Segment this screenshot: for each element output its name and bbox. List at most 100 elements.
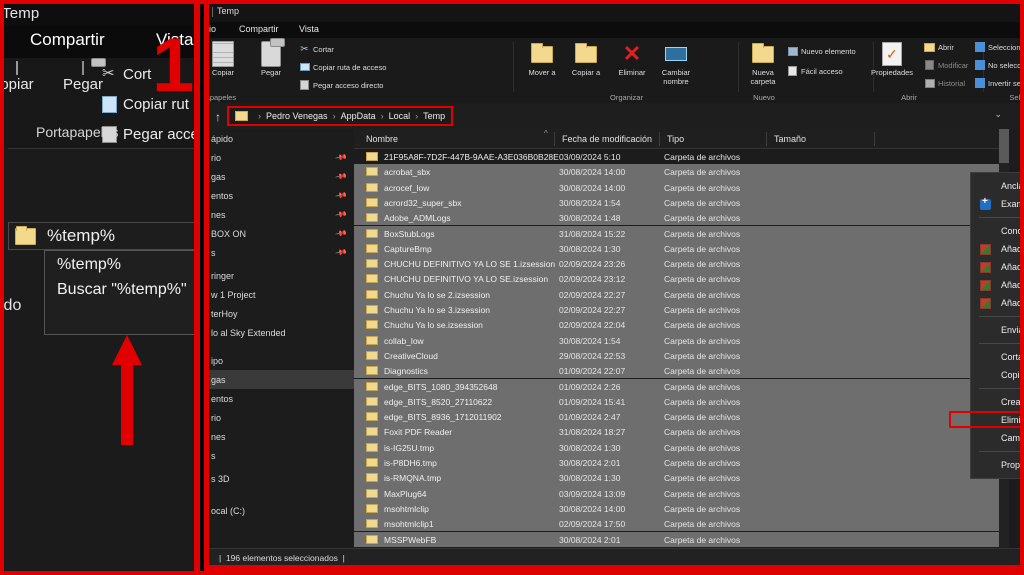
seleccionar-todo-button[interactable]: Seleccionar todo	[974, 40, 1024, 54]
table-row[interactable]: Diagnostics 01/09/2024 22:07 Carpeta de ar…	[354, 363, 1004, 379]
table-row[interactable]: MaxPlug64 03/09/2024 13:09 Carpeta de arch…	[354, 485, 1004, 501]
nav-item[interactable]: gas	[209, 370, 354, 389]
context-menu-item[interactable]: Anclar al Acceso rápido	[971, 177, 1024, 195]
abrir-button[interactable]: Abrir	[924, 40, 954, 54]
column-divider[interactable]	[554, 132, 555, 146]
column-header-tipo[interactable]: Tipo	[667, 134, 684, 144]
table-row[interactable]: is-P8DH6.tmp 30/08/2024 2:01 Carpeta de ar…	[354, 455, 1004, 471]
context-menu-item[interactable]: Añadir a "Temp.rar"	[971, 258, 1024, 276]
context-menu-item[interactable]: Cambiar nombre	[971, 429, 1024, 447]
table-row[interactable]: msohtmlclip 30/08/2024 14:00 Carpeta de ar…	[354, 500, 1004, 517]
table-row[interactable]: acrobat_sbx 30/08/2024 14:00 Carpeta de ar…	[354, 164, 1004, 180]
scrollbar-thumb[interactable]	[999, 129, 1009, 163]
table-row[interactable]: 21F95A8F-7D2F-447B-9AAE-A3E036B0B28E 03/0…	[354, 149, 1004, 164]
left-copy-button[interactable]: opiar	[0, 61, 48, 93]
column-divider[interactable]	[766, 132, 767, 146]
nav-item[interactable]: s 3D	[209, 469, 354, 488]
table-row[interactable]: Adobe_ADMLogs 30/08/2024 1:48 Carpeta de a…	[354, 210, 1004, 226]
nav-item[interactable]: s 📌	[209, 243, 354, 262]
table-row[interactable]: Foxit PDF Reader 31/08/2024 18:27 Carpeta …	[354, 424, 1004, 440]
pin-icon[interactable]: 📌	[334, 246, 347, 259]
column-divider[interactable]	[659, 132, 660, 146]
cambiar-nombre-button[interactable]: Cambiar nombre	[654, 40, 698, 86]
table-row[interactable]: MSSPWebFB 30/08/2024 2:01 Carpeta de archi…	[354, 531, 1004, 547]
cortar-button[interactable]: ✂ Cortar	[299, 42, 334, 56]
nav-item[interactable]: ringer	[209, 266, 354, 285]
table-row[interactable]: Chuchu Ya lo se.izsession 02/09/2024 22:0…	[354, 317, 1004, 333]
table-row[interactable]: Chuchu Ya lo se 3.izsession 02/09/2024 22…	[354, 302, 1004, 318]
pin-icon[interactable]: 📌	[334, 208, 347, 221]
copiar-button[interactable]: Copiar	[204, 40, 245, 77]
pegar-acceso-directo-button[interactable]: Pegar acceso directo	[299, 78, 383, 92]
pegar-button[interactable]: Pegar	[249, 38, 293, 77]
nav-item[interactable]: ocal (C:)	[209, 501, 354, 520]
context-menu-item[interactable]: Propiedades	[971, 456, 1024, 474]
context-menu[interactable]: Anclar al Acceso rápido Examinar con Micr…	[949, 172, 1024, 479]
table-row[interactable]: BoxStubLogs 31/08/2024 15:22 Carpeta de ar…	[354, 225, 1004, 241]
nav-item[interactable]: gas 📌	[209, 167, 354, 186]
nav-item[interactable]: terHoy	[209, 304, 354, 323]
copiar-a-button[interactable]: Copiar a	[564, 40, 608, 77]
table-row[interactable]: CreativeCloud 29/08/2024 22:53 Carpeta de …	[354, 347, 1004, 364]
breadcrumb[interactable]: › Pedro Venegas › AppData › Local › Temp	[227, 106, 454, 126]
context-menu-item[interactable]: Copiar	[971, 366, 1024, 384]
nav-item[interactable]: s	[209, 446, 354, 465]
up-arrow-icon[interactable]: ↑	[215, 110, 221, 124]
column-divider[interactable]	[874, 132, 875, 146]
nav-item[interactable]: BOX ON 📌	[209, 224, 354, 243]
modificar-button[interactable]: Modificar	[924, 58, 968, 72]
no-seleccionar-nada-button[interactable]: No seleccionar nada	[974, 58, 1024, 72]
breadcrumb-item-temp[interactable]: Temp	[423, 111, 445, 121]
suggestion-item-search[interactable]: Buscar "%temp%"	[57, 281, 187, 299]
context-menu-item[interactable]: Conceder acceso a›	[971, 222, 1024, 240]
left-address-bar[interactable]: %temp%	[8, 222, 198, 250]
nav-item[interactable]: ipo	[209, 351, 354, 370]
copiar-ruta-button[interactable]: Copiar ruta de acceso	[299, 60, 386, 74]
context-menu-item[interactable]: Enviar a›	[971, 321, 1024, 339]
table-row[interactable]: collab_low 30/08/2024 1:54 Carpeta de arch…	[354, 332, 1004, 348]
invertir-seleccion-button[interactable]: Invertir selección	[974, 76, 1024, 90]
tab-compartir[interactable]: Compartir	[239, 24, 279, 34]
mover-a-button[interactable]: Mover a	[520, 40, 564, 77]
table-row[interactable]: acrord32_super_sbx 30/08/2024 1:54 Carpeta…	[354, 194, 1004, 211]
tab-inicio[interactable]: io	[209, 24, 216, 34]
table-row[interactable]: CaptureBmp 30/08/2024 1:30 Carpeta de arch…	[354, 240, 1004, 257]
facil-acceso-button[interactable]: Fácil acceso	[787, 64, 843, 78]
table-row[interactable]: Chuchu Ya lo se 2.izsession 02/09/2024 22…	[354, 286, 1004, 302]
pin-icon[interactable]: 📌	[334, 227, 347, 240]
table-row[interactable]: edge_BITS_1080_394352648 01/09/2024 2:26 C…	[354, 378, 1004, 394]
nav-item[interactable]: entos 📌	[209, 186, 354, 205]
pin-icon[interactable]: 📌	[334, 170, 347, 183]
context-menu-item[interactable]: Examinar con Microsoft Defender...	[971, 195, 1024, 213]
nav-item[interactable]: ápido	[209, 129, 354, 148]
left-tab-compartir[interactable]: Compartir	[30, 30, 105, 50]
context-menu-item[interactable]: Añadir y enviar por email...	[971, 276, 1024, 294]
left-cut-button[interactable]: ✂ Cort	[102, 66, 151, 83]
context-menu-item[interactable]: Cortar	[971, 348, 1024, 366]
breadcrumb-item-local[interactable]: Local	[389, 111, 411, 121]
eliminar-button[interactable]: ✕ Eliminar	[610, 40, 654, 78]
suggestion-item-temp[interactable]: %temp%	[57, 256, 121, 274]
nav-item[interactable]: w 1 Project	[209, 285, 354, 304]
nav-item[interactable]: rio 📌	[209, 148, 354, 167]
column-header-nombre[interactable]: Nombre	[366, 134, 398, 144]
file-list[interactable]: 21F95A8F-7D2F-447B-9AAE-A3E036B0B28E 03/0…	[354, 149, 1004, 553]
nav-item[interactable]: lo al Sky Extended	[209, 323, 354, 342]
column-header-tamano[interactable]: Tamaño	[774, 134, 806, 144]
nueva-carpeta-button[interactable]: Nueva carpeta	[741, 40, 785, 86]
nav-item[interactable]: rio	[209, 408, 354, 427]
context-menu-item[interactable]: Añadir a "Temp.rar" y enviar por email	[971, 294, 1024, 312]
nav-item[interactable]: entos	[209, 389, 354, 408]
table-row[interactable]: msohtmlclip1 02/09/2024 17:50 Carpeta de a…	[354, 516, 1004, 532]
nav-item[interactable]: nes	[209, 427, 354, 446]
table-row[interactable]: CHUCHU DEFINITIVO YA LO SE.izsession 02/0…	[354, 271, 1004, 287]
table-row[interactable]: acrocef_low 30/08/2024 14:00 Carpeta de ar…	[354, 179, 1004, 195]
navigation-pane[interactable]: ápido rio 📌 gas 📌 entos 📌 nes 📌 BOX ON 📌 s 📌 ringer w …	[209, 129, 354, 553]
breadcrumb-item-user[interactable]: Pedro Venegas	[266, 111, 328, 121]
pin-icon[interactable]: 📌	[334, 189, 347, 202]
propiedades-button[interactable]: ✓ Propiedades	[864, 40, 920, 77]
table-row[interactable]: is-RMQNA.tmp 30/08/2024 1:30 Carpeta de ar…	[354, 470, 1004, 486]
chevron-down-icon[interactable]: ⌄	[994, 109, 1002, 120]
nuevo-elemento-button[interactable]: Nuevo elemento	[787, 44, 856, 58]
context-menu-item[interactable]: Eliminar	[949, 411, 1024, 429]
